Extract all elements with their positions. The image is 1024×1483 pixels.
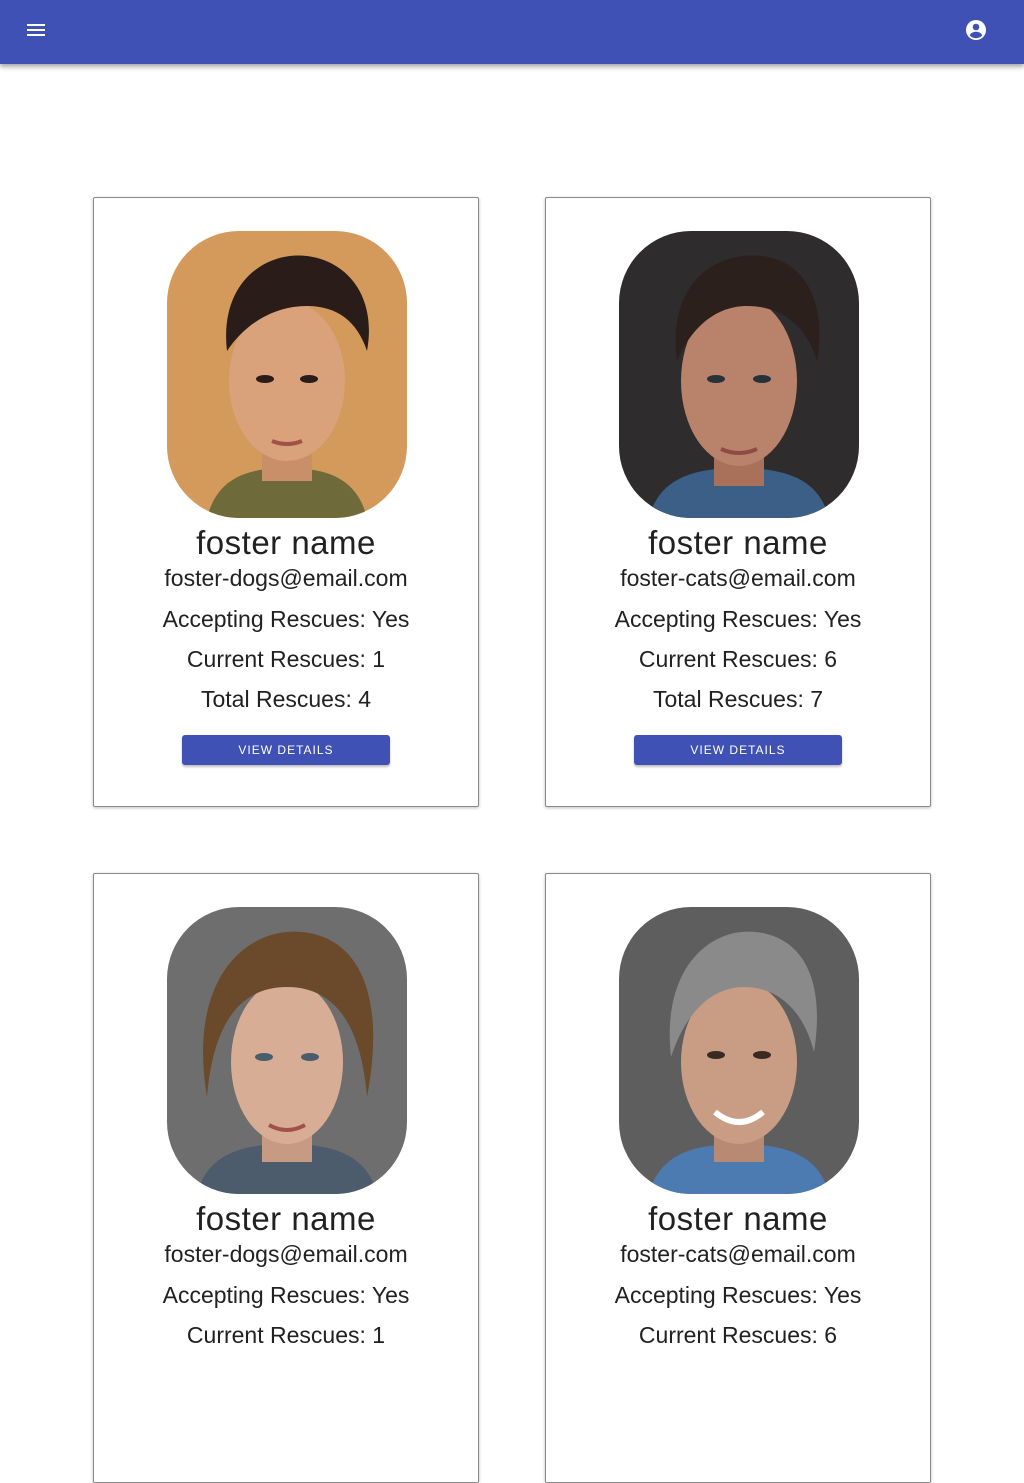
foster-email: foster-dogs@email.com	[164, 565, 408, 591]
foster-avatar	[167, 907, 407, 1194]
view-details-button[interactable]: View Details	[634, 735, 842, 765]
accepting-rescues: Accepting Rescues: Yes	[162, 606, 410, 632]
foster-avatar	[167, 231, 407, 518]
foster-card: foster name foster-dogs@email.com Accept…	[93, 197, 479, 807]
account-circle-icon	[964, 18, 988, 47]
foster-name: foster name	[648, 1200, 828, 1237]
current-rescues: Current Rescues: 6	[638, 646, 838, 672]
foster-avatar	[619, 231, 859, 518]
view-details-button[interactable]: View Details	[182, 735, 390, 765]
total-rescues: Total Rescues: 4	[200, 686, 372, 712]
foster-email: foster-cats@email.com	[620, 565, 856, 591]
foster-card: foster name foster-dogs@email.com Accept…	[93, 873, 479, 1483]
foster-avatar	[619, 907, 859, 1194]
top-app-bar	[0, 0, 1024, 64]
foster-card: foster name foster-cats@email.com Accept…	[545, 873, 931, 1483]
foster-card: foster name foster-cats@email.com Accept…	[545, 197, 931, 807]
accepting-rescues: Accepting Rescues: Yes	[162, 1282, 410, 1308]
foster-name: foster name	[196, 1200, 376, 1237]
accepting-rescues: Accepting Rescues: Yes	[614, 1282, 862, 1308]
current-rescues: Current Rescues: 1	[186, 646, 386, 672]
menu-icon	[24, 18, 48, 47]
foster-name: foster name	[648, 524, 828, 561]
foster-name: foster name	[196, 524, 376, 561]
menu-button[interactable]	[16, 12, 56, 52]
accepting-rescues: Accepting Rescues: Yes	[614, 606, 862, 632]
foster-email: foster-dogs@email.com	[164, 1241, 408, 1267]
total-rescues: Total Rescues: 7	[652, 686, 824, 712]
foster-email: foster-cats@email.com	[620, 1241, 856, 1267]
current-rescues: Current Rescues: 1	[186, 1322, 386, 1348]
current-rescues: Current Rescues: 6	[638, 1322, 838, 1348]
account-button[interactable]	[956, 12, 996, 52]
